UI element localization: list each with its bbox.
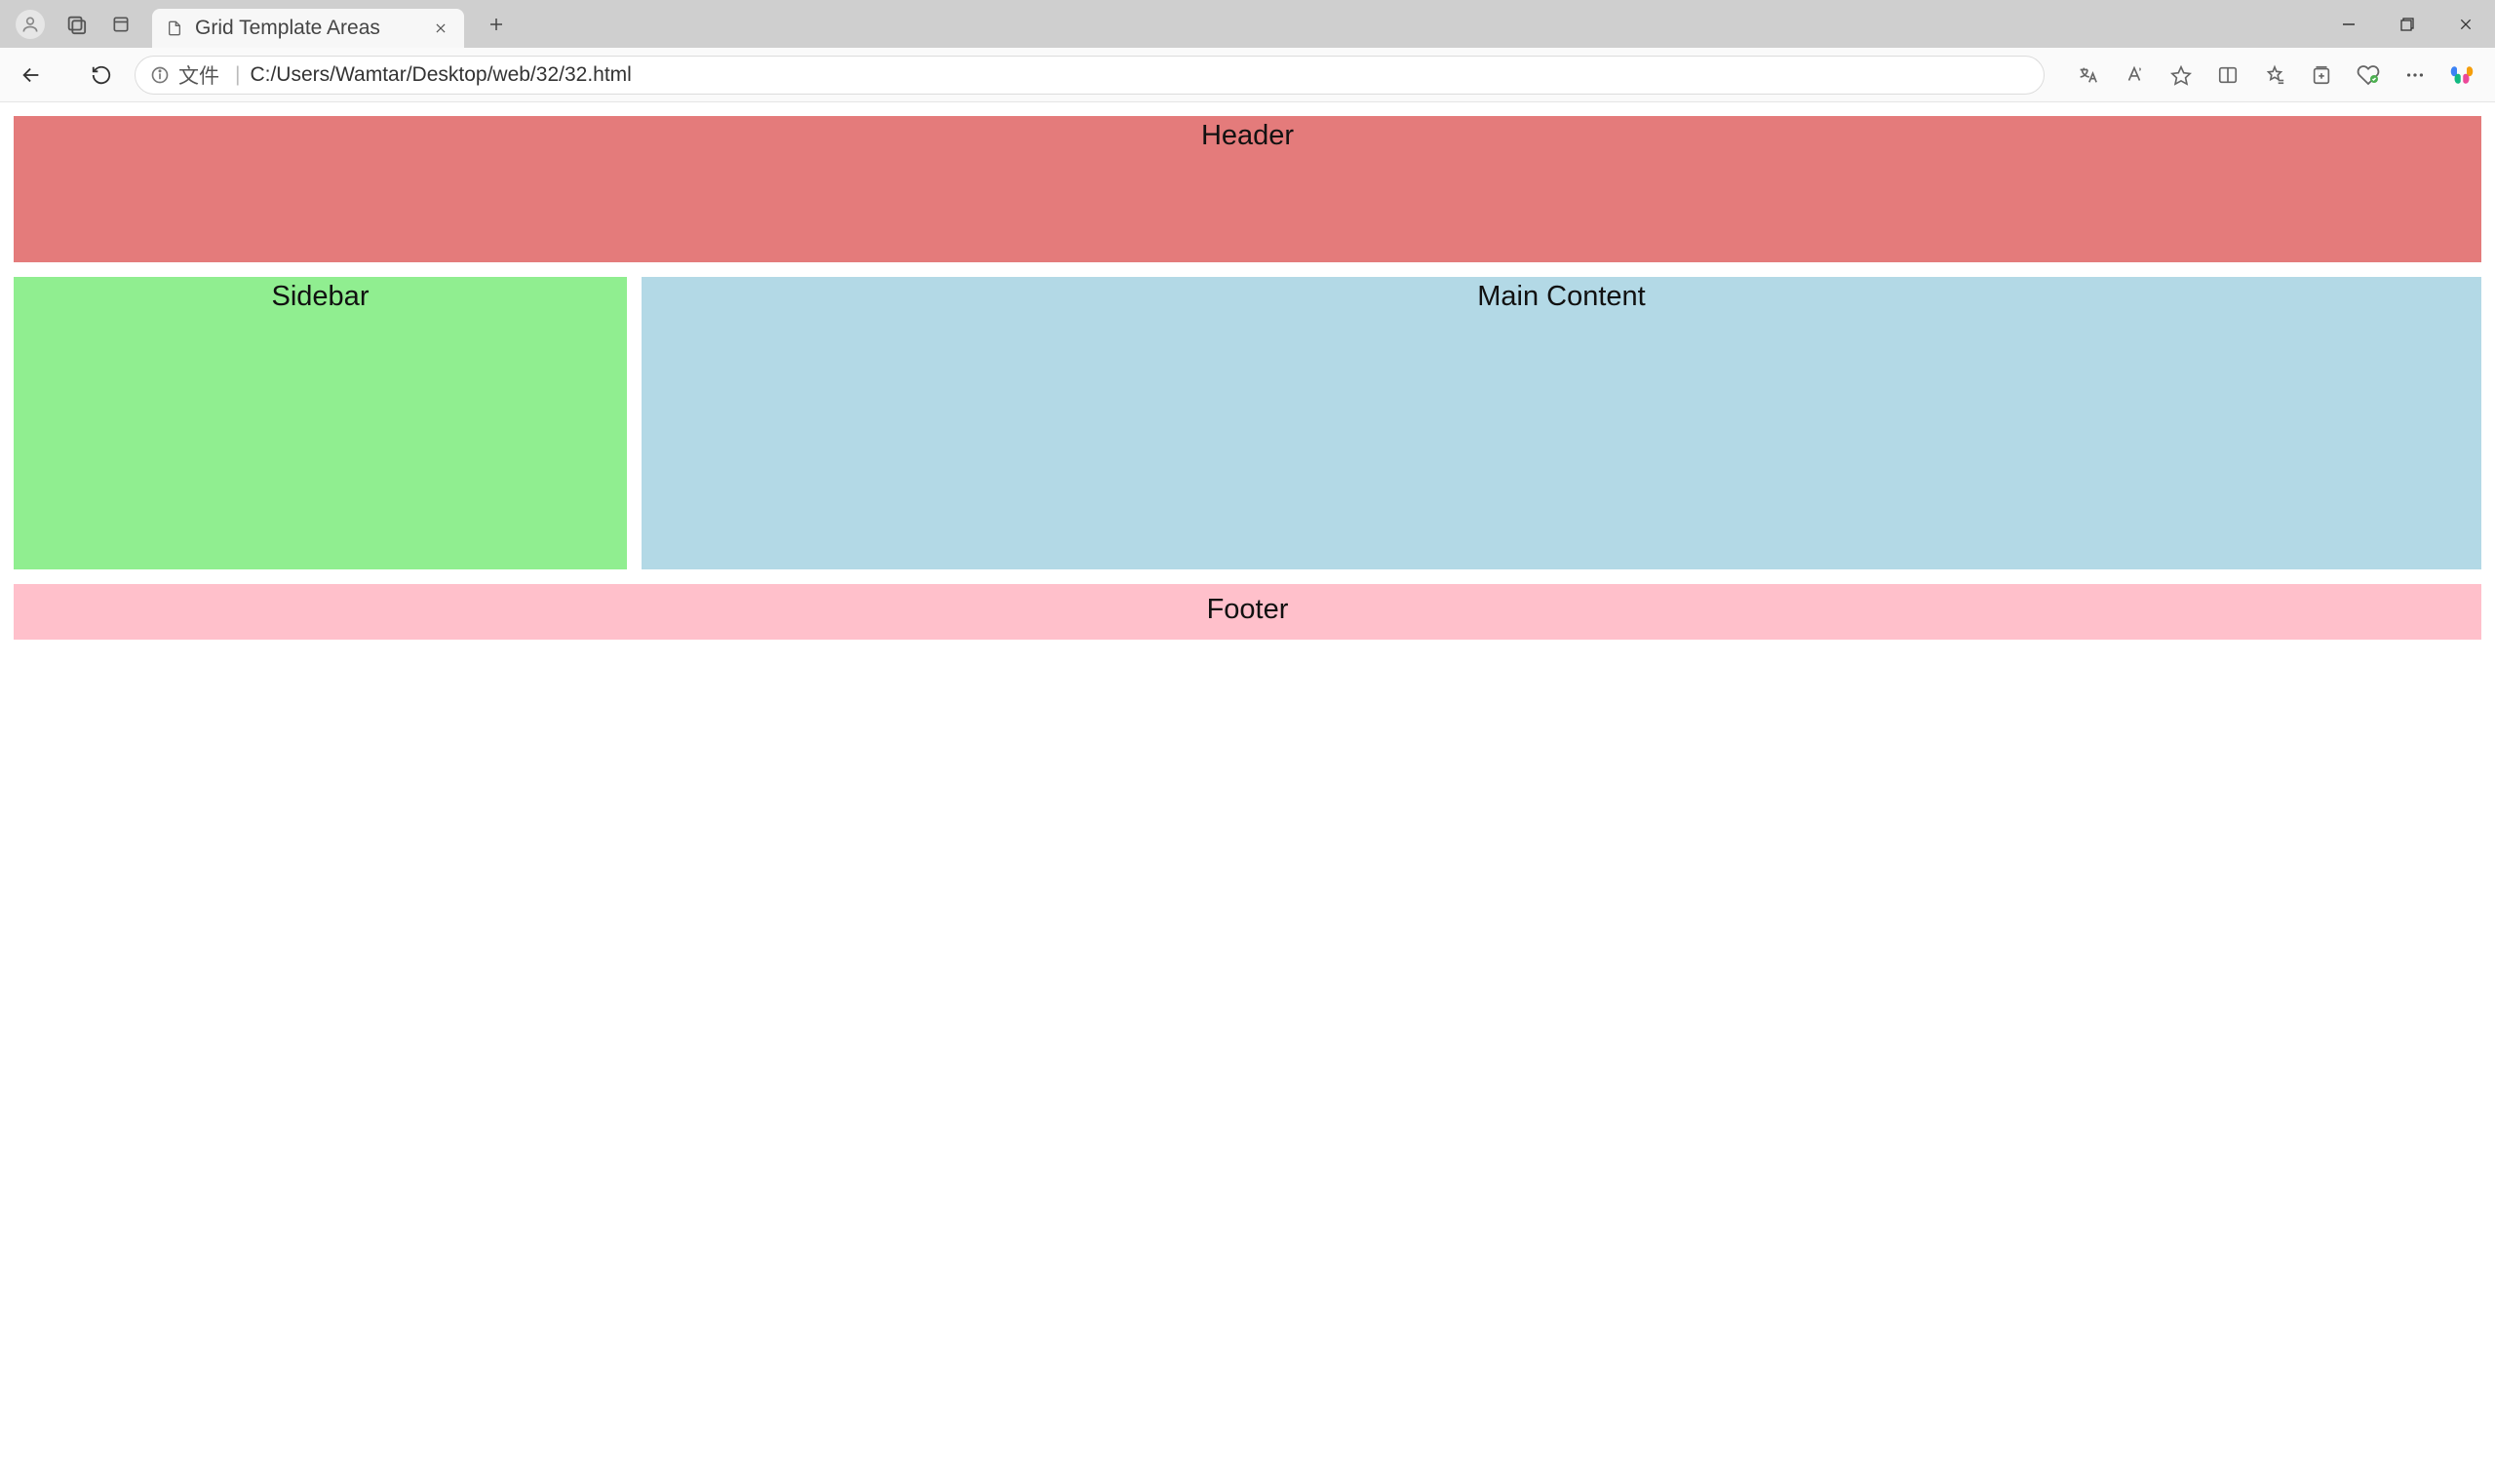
profile-icon[interactable] <box>16 10 45 39</box>
tab-title: Grid Template Areas <box>195 17 392 40</box>
new-tab-button[interactable] <box>482 10 511 39</box>
grid-footer-area: Footer <box>14 584 2481 640</box>
address-prefix: 文件 <box>178 60 219 90</box>
copilot-icon[interactable] <box>2440 54 2483 97</box>
translate-icon[interactable] <box>2066 54 2109 97</box>
extensions-icon[interactable] <box>2347 54 2390 97</box>
tab-actions-icon[interactable] <box>107 11 135 38</box>
toolbar-right <box>2066 54 2483 97</box>
close-window-button[interactable] <box>2437 0 2495 48</box>
address-row: 文件 | C:/Users/Wamtar/Desktop/web/32/32.h… <box>0 48 2495 102</box>
workspaces-icon[interactable] <box>62 11 90 38</box>
back-button[interactable] <box>12 56 51 95</box>
close-tab-button[interactable] <box>431 19 450 38</box>
window-controls <box>2320 0 2495 48</box>
site-info-icon[interactable] <box>149 64 171 86</box>
grid-container: Header Sidebar Main Content Footer <box>14 116 2481 640</box>
page-favicon-icon <box>166 20 183 37</box>
maximize-button[interactable] <box>2378 0 2437 48</box>
read-aloud-icon[interactable] <box>2113 54 2156 97</box>
minimize-button[interactable] <box>2320 0 2378 48</box>
collections-icon[interactable] <box>2300 54 2343 97</box>
grid-header-area: Header <box>14 116 2481 262</box>
favorite-star-icon[interactable] <box>2160 54 2203 97</box>
grid-sidebar-area: Sidebar <box>14 277 627 569</box>
tab-strip: Grid Template Areas <box>0 0 2495 48</box>
favorites-list-icon[interactable] <box>2253 54 2296 97</box>
browser-tab[interactable]: Grid Template Areas <box>152 9 464 48</box>
address-bar[interactable]: 文件 | C:/Users/Wamtar/Desktop/web/32/32.h… <box>135 56 2045 95</box>
address-separator: | <box>235 63 240 87</box>
tab-strip-left <box>16 10 135 39</box>
grid-main-area: Main Content <box>642 277 2481 569</box>
split-screen-icon[interactable] <box>2206 54 2249 97</box>
more-menu-icon[interactable] <box>2394 54 2437 97</box>
url-text: C:/Users/Wamtar/Desktop/web/32/32.html <box>250 63 2030 87</box>
page-viewport: Header Sidebar Main Content Footer <box>0 102 2495 1484</box>
